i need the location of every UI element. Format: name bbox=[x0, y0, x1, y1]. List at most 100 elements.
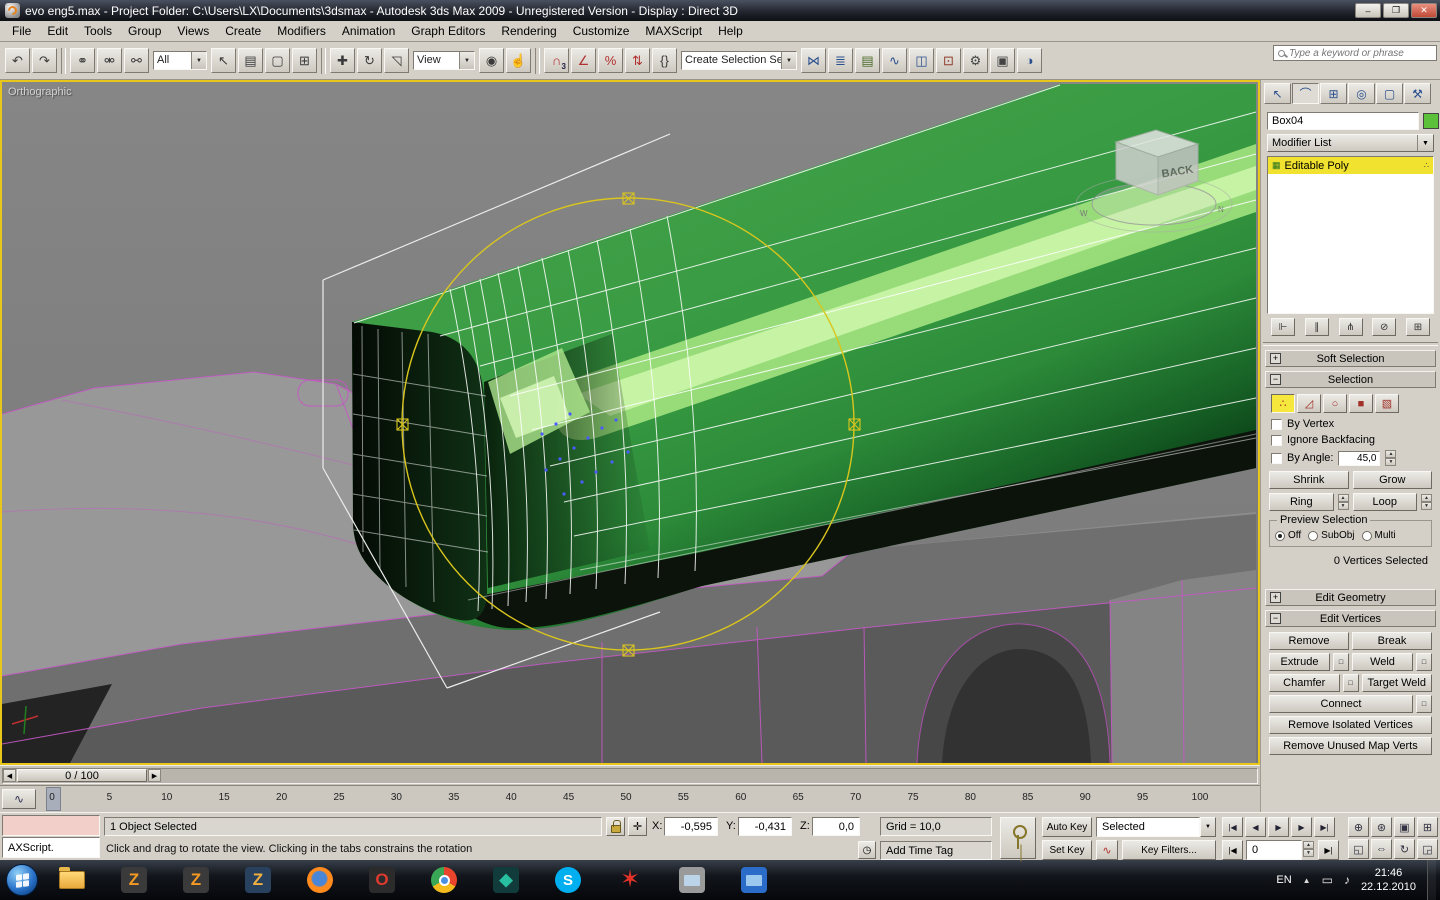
zoom-extents-all-button[interactable]: ⊞ bbox=[1417, 817, 1438, 837]
arc-rotate-button[interactable]: ↻ bbox=[1394, 839, 1415, 859]
zoom-button[interactable]: ⊕ bbox=[1348, 817, 1369, 837]
named-selection-sets-combo[interactable]: Create Selection Set▼ bbox=[681, 51, 797, 70]
show-end-result-button[interactable]: ∥ bbox=[1305, 318, 1329, 336]
frame-spinner[interactable]: ▲▼ bbox=[1303, 841, 1314, 857]
weld-settings-button[interactable]: □ bbox=[1416, 653, 1432, 671]
select-by-name-button[interactable]: ▤ bbox=[238, 48, 263, 73]
go-to-end-button[interactable]: ▶| bbox=[1314, 817, 1335, 837]
tab-modify[interactable]: ⌒ bbox=[1292, 83, 1319, 104]
show-hidden-icons-arrow[interactable]: ▲ bbox=[1303, 876, 1311, 885]
quick-render-button[interactable]: ◑ bbox=[1017, 48, 1042, 73]
material-editor-button[interactable]: ⊡ bbox=[936, 48, 961, 73]
set-keys-button[interactable] bbox=[1000, 817, 1036, 859]
time-slider-handle[interactable]: 0 / 100 bbox=[17, 769, 147, 782]
weld-button[interactable]: Weld bbox=[1352, 653, 1413, 671]
menu-modifiers[interactable]: Modifiers bbox=[269, 22, 334, 40]
chevron-down-icon[interactable]: ▼ bbox=[459, 52, 474, 69]
gray-screen-app-taskbar-icon[interactable] bbox=[674, 862, 710, 898]
by-vertex-checkbox[interactable]: By Vertex bbox=[1261, 415, 1440, 431]
tab-utilities[interactable]: ⚒ bbox=[1404, 83, 1431, 104]
x-coordinate-field[interactable]: -0,595 bbox=[664, 817, 718, 836]
time-slider-track[interactable]: ◀ 0 / 100 ▶ bbox=[2, 768, 1258, 784]
selection-region-button[interactable]: ▢ bbox=[265, 48, 290, 73]
angle-value-field[interactable]: 45,0 bbox=[1338, 451, 1380, 466]
current-frame-field[interactable]: 0 bbox=[1246, 840, 1302, 860]
chamfer-button[interactable]: Chamfer bbox=[1269, 674, 1340, 692]
preview-subobj-radio[interactable]: SubObj bbox=[1308, 530, 1354, 541]
go-to-start-button[interactable]: |◀ bbox=[1222, 840, 1243, 860]
remove-isolated-vertices-button[interactable]: Remove Isolated Vertices bbox=[1269, 716, 1432, 734]
extrude-settings-button[interactable]: □ bbox=[1333, 653, 1349, 671]
layer-manager-button[interactable]: ▤ bbox=[855, 48, 880, 73]
rollout-edit-vertices[interactable]: − Edit Vertices bbox=[1265, 610, 1436, 627]
ring-spinner[interactable]: ▲▼ bbox=[1338, 494, 1349, 510]
chamfer-settings-button[interactable]: □ bbox=[1343, 674, 1359, 692]
menu-graph-editors[interactable]: Graph Editors bbox=[403, 22, 493, 40]
mirror-button[interactable]: ⋈ bbox=[801, 48, 826, 73]
align-button[interactable]: ≣ bbox=[828, 48, 853, 73]
use-pivot-point-center-button[interactable]: ◉ bbox=[479, 48, 504, 73]
undo-button[interactable]: ↶ bbox=[5, 48, 30, 73]
maxscript-listener-field[interactable]: AXScript. bbox=[2, 837, 100, 858]
auto-key-button[interactable]: Auto Key bbox=[1042, 817, 1092, 837]
display-tray-icon[interactable]: ▭ bbox=[1322, 873, 1333, 887]
remove-unused-map-verts-button[interactable]: Remove Unused Map Verts bbox=[1269, 737, 1432, 755]
schematic-view-button[interactable]: ◫ bbox=[909, 48, 934, 73]
viewport-label[interactable]: Orthographic bbox=[8, 86, 72, 98]
app-z3-taskbar-icon[interactable]: Z bbox=[240, 862, 276, 898]
volume-tray-icon[interactable]: ♪ bbox=[1344, 873, 1350, 887]
snaps-toggle-button[interactable]: ∩3 bbox=[544, 48, 569, 73]
infocenter-search[interactable] bbox=[1273, 45, 1437, 61]
minimize-button[interactable]: – bbox=[1355, 3, 1381, 18]
ignore-backfacing-checkbox[interactable]: Ignore Backfacing bbox=[1261, 431, 1440, 447]
expand-icon[interactable]: + bbox=[1270, 592, 1281, 603]
object-color-swatch[interactable] bbox=[1423, 113, 1439, 129]
menu-tools[interactable]: Tools bbox=[76, 22, 120, 40]
app-z1-taskbar-icon[interactable]: Z bbox=[116, 862, 152, 898]
by-angle-checkbox[interactable]: By Angle: 45,0 ▲▼ bbox=[1261, 447, 1440, 467]
shrink-button[interactable]: Shrink bbox=[1269, 471, 1349, 489]
red-app-taskbar-icon[interactable]: ✶ bbox=[612, 862, 648, 898]
rollout-selection[interactable]: − Selection bbox=[1265, 371, 1436, 388]
select-and-uniform-scale-button[interactable]: ◹ bbox=[384, 48, 409, 73]
app-z2-taskbar-icon[interactable]: Z bbox=[178, 862, 214, 898]
stack-item-editable-poly[interactable]: ▦ Editable Poly ∴ bbox=[1268, 157, 1433, 174]
checkbox-icon[interactable] bbox=[1271, 435, 1282, 446]
select-and-move-button[interactable]: ✚ bbox=[330, 48, 355, 73]
tab-create[interactable]: ↖ bbox=[1264, 83, 1291, 104]
select-and-manipulate-button[interactable]: ☝ bbox=[506, 48, 531, 73]
menu-customize[interactable]: Customize bbox=[565, 22, 638, 40]
rendered-frame-window-button[interactable]: ▣ bbox=[990, 48, 1015, 73]
bind-to-space-warp-button[interactable]: ⚯ bbox=[124, 48, 149, 73]
connect-settings-button[interactable]: □ bbox=[1416, 695, 1432, 713]
viewport-orthographic[interactable]: BACK W N Orthographic bbox=[0, 80, 1260, 765]
target-weld-button[interactable]: Target Weld bbox=[1362, 674, 1433, 692]
subobject-border-button[interactable]: ○ bbox=[1323, 394, 1347, 413]
app-icon[interactable] bbox=[5, 3, 20, 18]
collapse-icon[interactable]: − bbox=[1270, 613, 1281, 624]
close-button[interactable]: ✕ bbox=[1411, 3, 1437, 18]
time-tag-icon[interactable]: ◷ bbox=[858, 841, 876, 859]
percent-snap-toggle-button[interactable]: % bbox=[598, 48, 623, 73]
go-to-end-button[interactable]: ▶| bbox=[1318, 840, 1339, 860]
maximize-viewport-button[interactable]: ◲ bbox=[1417, 839, 1438, 859]
zoom-extents-button[interactable]: ▣ bbox=[1394, 817, 1415, 837]
tab-motion[interactable]: ◎ bbox=[1348, 83, 1375, 104]
track-bar[interactable]: ∿ 05101520253035404550556065707580859095… bbox=[0, 785, 1260, 812]
time-slider-prev-arrow[interactable]: ◀ bbox=[3, 769, 16, 782]
spinner-snap-toggle-button[interactable]: ⇅ bbox=[625, 48, 650, 73]
subobject-vertex-button[interactable]: ∴ bbox=[1271, 394, 1295, 413]
subobject-polygon-button[interactable]: ■ bbox=[1349, 394, 1373, 413]
firefox-taskbar-icon[interactable] bbox=[302, 862, 338, 898]
menu-rendering[interactable]: Rendering bbox=[493, 22, 564, 40]
blue-screen-app-taskbar-icon[interactable] bbox=[736, 862, 772, 898]
play-button[interactable]: ▶ bbox=[1268, 817, 1289, 837]
curve-editor-button[interactable]: ∿ bbox=[882, 48, 907, 73]
grow-button[interactable]: Grow bbox=[1353, 471, 1433, 489]
make-unique-button[interactable]: ⋔ bbox=[1339, 318, 1363, 336]
go-to-start-button[interactable]: |◀ bbox=[1222, 817, 1243, 837]
subobject-element-button[interactable]: ▧ bbox=[1375, 394, 1399, 413]
y-coordinate-field[interactable]: -0,431 bbox=[738, 817, 792, 836]
clock[interactable]: 21:46 22.12.2010 bbox=[1361, 866, 1416, 894]
opera-taskbar-icon[interactable]: O bbox=[364, 862, 400, 898]
